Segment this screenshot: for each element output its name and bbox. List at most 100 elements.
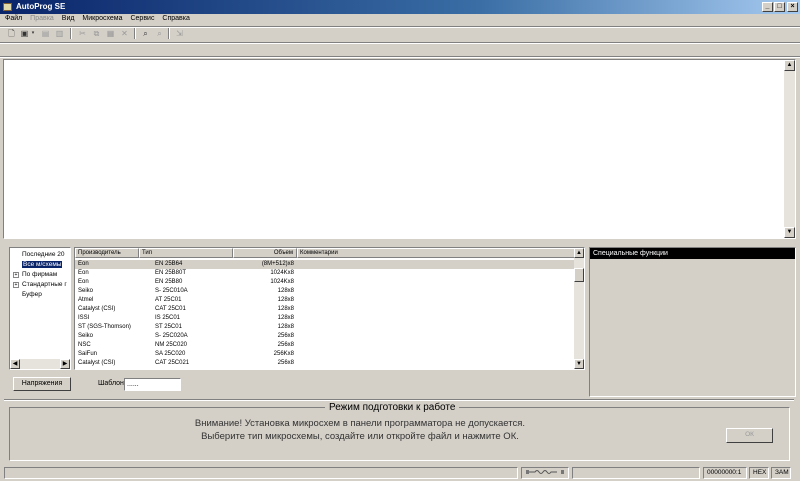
menu-help[interactable]: Справка [159, 14, 192, 22]
chip-row[interactable]: Atmel AT 25C01 128x8 [75, 296, 575, 305]
chip-row[interactable]: ISSI IS 25C01 128x8 [75, 314, 575, 323]
editor-vertical-scrollbar[interactable]: ▲ ▼ [784, 60, 795, 238]
goto-icon[interactable]: ⇲ [174, 28, 185, 39]
scroll-down-button[interactable]: ▼ [574, 359, 584, 369]
mode-panel: Режим подготовки к работе Внимание! Уста… [9, 402, 790, 461]
template-input[interactable]: ...... [124, 378, 181, 391]
chip-list-scrollbar[interactable]: ▲ ▼ [574, 248, 584, 369]
chip-maker: SaiFun [78, 351, 98, 357]
chip-type: EN 25B80 [155, 279, 183, 285]
status-empty [572, 467, 700, 479]
tree-expander[interactable]: + [13, 272, 19, 278]
chip-row[interactable]: Catalyst (CSI) CAT 25C021 256x8 [75, 359, 575, 368]
special-functions-panel: Специальные функции [589, 247, 796, 397]
tree-item-standard[interactable]: + Стандартные г [10, 280, 70, 290]
chip-size: 128x8 [277, 324, 294, 330]
tree-item-buffer[interactable]: Буфер [10, 290, 70, 300]
tree-item-label: Буфер [22, 291, 42, 298]
menu-edit[interactable]: Правка [27, 14, 57, 22]
find-next-icon[interactable]: ⌕ [154, 28, 165, 39]
scroll-left-button[interactable]: ◀ [10, 359, 20, 369]
chip-row[interactable]: Eon EN 25B80 1024Kx8 [75, 278, 575, 287]
chip-row[interactable]: Eon EN 25B64 (8M+512)x8 [75, 260, 575, 269]
chip-maker: ST (SGS-Thomson) [78, 324, 131, 330]
maximize-button[interactable]: □ [774, 2, 785, 12]
editor-area[interactable]: ▲ ▼ [3, 59, 796, 239]
app-icon [3, 3, 12, 11]
chip-category-tree[interactable]: Последние 20 Все м/схемы + По фирмам + С… [9, 247, 71, 370]
special-functions-title: Специальные функции [590, 248, 795, 259]
open-dropdown-icon[interactable]: ▾ [30, 28, 36, 39]
close-button[interactable]: × [787, 2, 798, 12]
menu-file[interactable]: Файл [2, 14, 25, 22]
chip-type: ST 25C01 [155, 324, 182, 330]
menu-bar: Файл Правка Вид Микросхема Сервис Справк… [0, 14, 800, 26]
toolbar-divider [0, 42, 800, 44]
delete-icon[interactable]: ✕ [119, 28, 130, 39]
open-file-icon[interactable]: ▣ [19, 28, 30, 39]
chip-size: 128x8 [277, 297, 294, 303]
status-insert: ЗАМ [771, 467, 791, 479]
menu-chip[interactable]: Микросхема [79, 14, 125, 22]
minimize-button[interactable]: _ [762, 2, 773, 12]
chip-list[interactable]: Производитель Тип Объем Комментарии Eon E… [74, 247, 585, 370]
scroll-right-button[interactable]: ▶ [60, 359, 70, 369]
tree-expander[interactable] [13, 292, 19, 298]
status-message [4, 467, 518, 479]
chip-size: 256x8 [277, 342, 294, 348]
tree-expander[interactable] [13, 252, 19, 258]
tree-item-label: Все м/схемы [22, 261, 63, 268]
chip-row[interactable]: ST (SGS-Thomson) ST 25C01 128x8 [75, 323, 575, 332]
toolbar-separator [70, 28, 72, 39]
chip-type: IS 25C01 [155, 315, 181, 321]
chip-row[interactable]: Catalyst (CSI) CAT 25C022 256x8 [75, 368, 575, 369]
scroll-up-button[interactable]: ▲ [574, 248, 584, 258]
column-header-size[interactable]: Объем [233, 248, 297, 258]
chip-maker: Atmel [78, 297, 94, 303]
scroll-down-button[interactable]: ▼ [784, 227, 795, 238]
status-bar: 00000000:1 HEX ЗАМ [0, 465, 800, 481]
chip-maker: Catalyst (CSI) [78, 368, 115, 369]
chip-row[interactable]: Seiko S- 25C020A 256x8 [75, 332, 575, 341]
chip-row[interactable]: NSC NM 25C020 256x8 [75, 341, 575, 350]
chip-size: 256x8 [233, 368, 294, 369]
voltages-button[interactable]: Напряжения [13, 377, 71, 391]
chip-row[interactable]: SaiFun SA 25C020 256Kx8 [75, 350, 575, 359]
status-connection [521, 467, 569, 479]
tree-item-by-manufacturer[interactable]: + По фирмам [10, 270, 70, 280]
scroll-up-button[interactable]: ▲ [784, 60, 795, 71]
chip-size: (8M+512)x8 [261, 261, 294, 267]
column-header-comments[interactable]: Комментарии [297, 248, 575, 258]
menu-view[interactable]: Вид [59, 14, 78, 22]
column-header-manufacturer[interactable]: Производитель [75, 248, 139, 258]
chip-size: 128x8 [277, 315, 294, 321]
chip-maker: Eon [78, 261, 89, 267]
save-icon[interactable]: ▤ [40, 28, 51, 39]
chip-row[interactable]: Eon EN 25B80T 1024Kx8 [75, 269, 575, 278]
tree-item-all-chips[interactable]: Все м/схемы [10, 260, 70, 270]
status-mode: HEX [749, 467, 769, 479]
ok-button[interactable]: ОК [726, 428, 773, 443]
chip-row[interactable]: Seiko S- 25C010A 128x8 [75, 287, 575, 296]
cut-icon[interactable]: ✂ [77, 28, 88, 39]
chip-row[interactable]: Catalyst (CSI) CAT 25C01 128x8 [75, 305, 575, 314]
chip-size: 128x8 [277, 306, 294, 312]
tree-expander[interactable]: + [13, 282, 19, 288]
copy-icon[interactable]: ⧉ [91, 28, 102, 39]
find-icon[interactable]: ⌕ [140, 28, 151, 39]
new-file-icon[interactable]: 🗋 [6, 28, 17, 39]
scroll-thumb[interactable] [574, 268, 584, 282]
column-header-type[interactable]: Тип [139, 248, 233, 258]
chip-maker: Catalyst (CSI) [78, 306, 116, 312]
tree-horizontal-scrollbar[interactable]: ◀ ▶ [10, 359, 70, 369]
editor-top-divider [0, 56, 800, 58]
paste-icon[interactable]: ▦ [105, 28, 116, 39]
tree-expander[interactable] [13, 262, 19, 268]
chip-type: CAT 25C01 [155, 306, 186, 312]
chip-size: 256x8 [277, 333, 294, 339]
chip-size: 128x8 [277, 288, 294, 294]
mode-instruction-text: Выберите тип микросхемы, создайте или от… [201, 431, 519, 442]
save-all-icon[interactable]: ▥ [54, 28, 65, 39]
tree-item-recent[interactable]: Последние 20 [10, 250, 70, 260]
menu-service[interactable]: Сервис [127, 14, 157, 22]
